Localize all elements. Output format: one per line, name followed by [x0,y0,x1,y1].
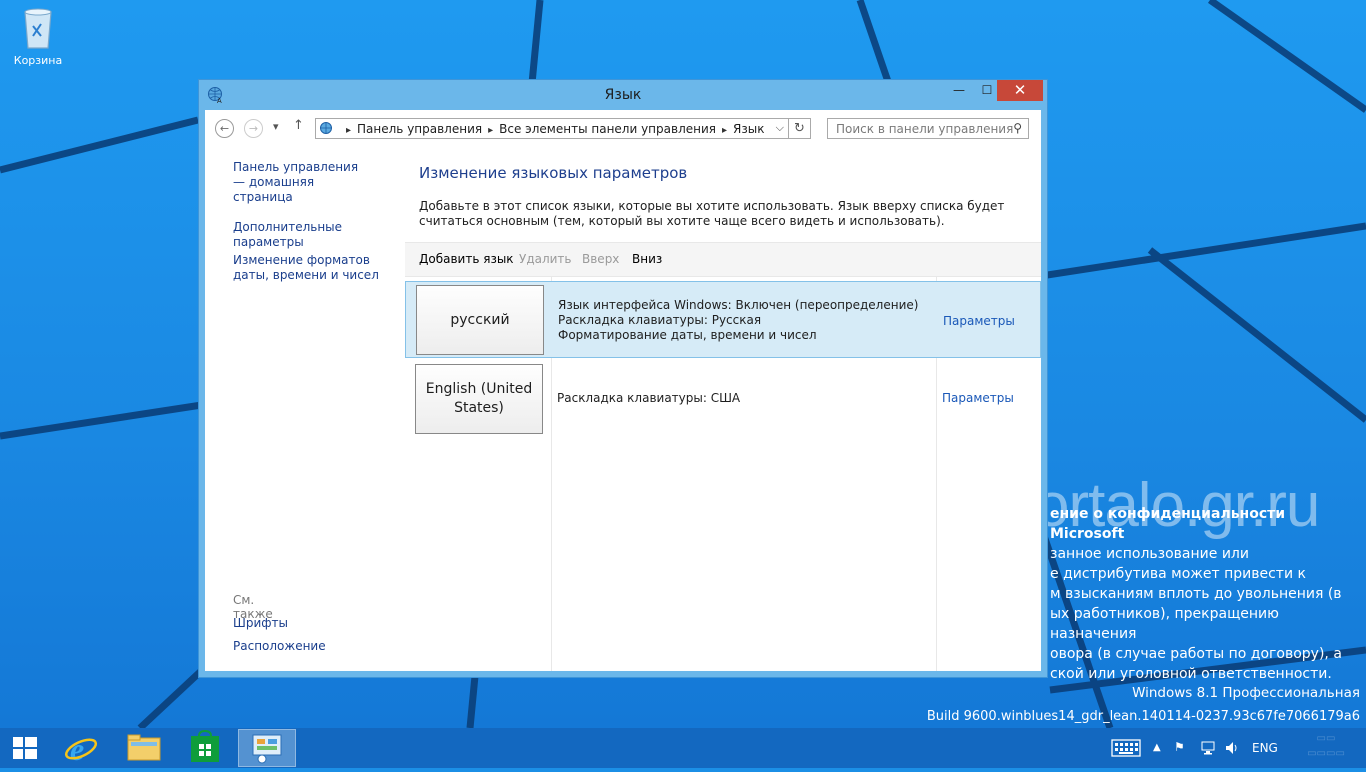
page-title: Изменение языковых параметров [419,164,688,182]
internet-explorer-button[interactable]: e [56,728,108,768]
recycle-bin-icon [21,6,55,50]
watermark-line: ых работников), прекращению назначения [1050,606,1279,642]
chevron-down-icon: ▾ [273,120,279,133]
language-info-line: Раскладка клавиатуры: Русская [558,313,762,327]
internet-explorer-icon: e [64,731,98,767]
up-button[interactable]: ↑ [293,118,304,133]
language-row-english[interactable]: English (United States) Раскладка клавиа… [405,361,1041,438]
language-toolbar: Добавить язык Удалить Вверх Вниз [405,242,1041,277]
breadcrumb-separator-icon: ▸ [721,125,728,136]
windows-logo-icon [13,737,37,759]
address-bar[interactable]: ▸ Панель управления ▸ Все элементы панели у… [315,118,789,139]
volume-icon[interactable] [1224,740,1240,759]
fonts-link[interactable]: Шрифты [233,616,288,630]
watermark-line: ской или уголовной ответственности. [1050,666,1332,682]
folder-icon [127,734,161,761]
nav-home-link[interactable]: Панель управления — домашняя страница [233,160,373,205]
language-info-line: Язык интерфейса Windows: Включен (переоп… [558,298,919,312]
refresh-button[interactable]: ↻ [789,118,811,139]
watermark-line: ение о конфиденциальности Microsoft [1050,506,1286,542]
breadcrumb-separator-icon: ▸ [488,125,494,136]
windows-edition: Windows 8.1 Профессиональная [1132,685,1360,701]
arrow-up-icon: ↑ [293,118,304,133]
control-panel-icon [252,734,282,764]
remove-button[interactable]: Удалить [519,252,572,266]
watermark-line: м взысканиям вплоть до увольнения (в [1050,586,1342,602]
language-row-russian[interactable]: русский Язык интерфейса Windows: Включен… [405,281,1041,358]
window-title: Язык [604,87,642,103]
arrow-right-icon: → [248,122,259,135]
recycle-bin[interactable]: Корзина [8,6,68,67]
title-bar[interactable]: A Язык — ☐ ✕ [199,80,1047,110]
language-info-line: Раскладка клавиатуры: США [557,391,741,405]
start-button[interactable] [0,728,50,768]
windows-build: Build 9600.winblues14_gdr_lean.140114-02… [926,709,1360,724]
show-hidden-icons-button[interactable]: ▲ [1153,742,1161,753]
address-row: ← → ▾ ↑ ▸ Панель управления ▸ Все элементы … [205,110,1041,146]
store-button[interactable] [180,728,230,768]
search-icon[interactable]: ⚲ [1013,121,1022,135]
input-language-indicator[interactable]: ENG [1252,741,1278,755]
language-info: Язык интерфейса Windows: Включен (переоп… [558,298,918,343]
nav-change-formats-link[interactable]: Изменение форматов даты, времени и чисел [233,253,393,283]
language-tile[interactable]: русский [416,285,544,355]
breadcrumb-language[interactable]: Язык [733,122,764,136]
left-navigation: Панель управления — домашняя страница До… [233,160,403,301]
minimize-button[interactable]: — [945,80,973,101]
language-info: Раскладка клавиатуры: США [557,391,740,406]
refresh-icon: ↻ [794,121,805,136]
page-description: Добавьте в этот список языки, которые вы… [419,199,1005,228]
clock[interactable]: ▭▭ ▭▭▭▭ [1296,731,1356,761]
add-language-button[interactable]: Добавить язык [419,252,514,266]
language-info-line: Форматирование даты, времени и чисел [558,328,817,342]
watermark-line: овора (в случае работы по договору), а [1050,646,1342,662]
arrow-left-icon: ← [219,122,230,135]
watermark-line: занное использование или [1050,546,1249,562]
license-watermark: ение о конфиденциальности Microsoft занн… [1050,504,1360,684]
file-explorer-button[interactable] [116,728,172,768]
search-placeholder: Поиск в панели управления [836,122,1014,136]
clock-date: ▭▭▭▭ [1307,748,1345,759]
close-button[interactable]: ✕ [997,80,1043,101]
control-panel-taskbar-button[interactable] [238,729,296,767]
search-input[interactable]: Поиск в панели управления ⚲ [827,118,1029,139]
touch-keyboard-button[interactable] [1111,739,1141,760]
move-up-button[interactable]: Вверх [582,252,619,266]
taskbar: e ▲ ⚑ ENG ▭▭ ▭▭▭▭ [0,728,1366,768]
control-panel-icon [319,121,335,140]
address-dropdown-icon[interactable]: ⌵ [776,121,784,135]
language-window: A Язык — ☐ ✕ ← → ▾ ↑ ▸ Панель управления… [198,79,1048,678]
breadcrumb-separator-icon: ▸ [346,125,352,136]
nav-advanced-settings-link[interactable]: Дополнительные параметры [233,220,403,250]
recent-locations-button[interactable]: ▾ [273,120,279,133]
forward-button[interactable]: → [244,119,263,138]
watermark-line: е дистрибутива может привести к [1050,566,1306,582]
clock-time: ▭▭ [1316,733,1336,744]
store-icon [191,729,219,762]
back-button[interactable]: ← [215,119,234,138]
move-down-button[interactable]: Вниз [632,252,662,266]
language-options-link[interactable]: Параметры [943,314,1015,328]
svg-text:e: e [70,731,84,767]
breadcrumb-all-items[interactable]: Все элементы панели управления [499,122,716,136]
chevron-up-icon: ▲ [1153,742,1161,753]
keyboard-icon [1111,739,1141,757]
window-client: ← → ▾ ↑ ▸ Панель управления ▸ Все элементы … [205,110,1041,671]
network-icon[interactable] [1200,740,1216,759]
location-link[interactable]: Расположение [233,639,326,653]
breadcrumb-control-panel[interactable]: Панель управления [357,122,482,136]
language-options-link[interactable]: Параметры [942,391,1014,405]
action-center-flag-icon[interactable]: ⚑ [1174,740,1185,754]
language-tile[interactable]: English (United States) [415,364,543,434]
recycle-bin-label: Корзина [13,54,63,67]
